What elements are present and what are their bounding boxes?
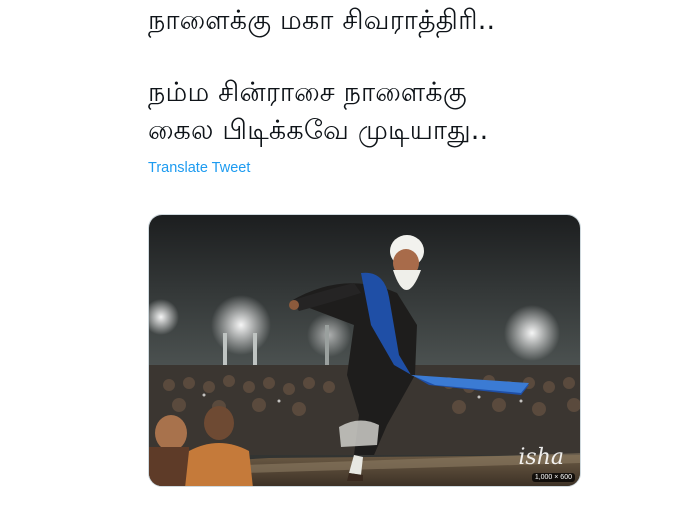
translate-tweet-link[interactable]: Translate Tweet (148, 160, 250, 176)
tweet-photo[interactable]: isha 1,000 × 600 (148, 214, 581, 487)
image-dimensions-badge: 1,000 × 600 (531, 473, 575, 482)
photo-dancer-on-stage (149, 215, 580, 486)
tweet-text: நாளைக்கு மகா சிவராத்திரி.. நம்ம சின்ராசை… (148, 2, 618, 150)
tweet-line-1: நாளைக்கு மகா சிவராத்திரி.. (148, 5, 496, 36)
tweet-line-3: கைல பிடிக்கவே முடியாது.. (148, 115, 489, 146)
tweet-line-2: நம்ம சின்ராசை நாளைக்கு (148, 77, 467, 108)
isha-watermark: isha (518, 445, 564, 470)
